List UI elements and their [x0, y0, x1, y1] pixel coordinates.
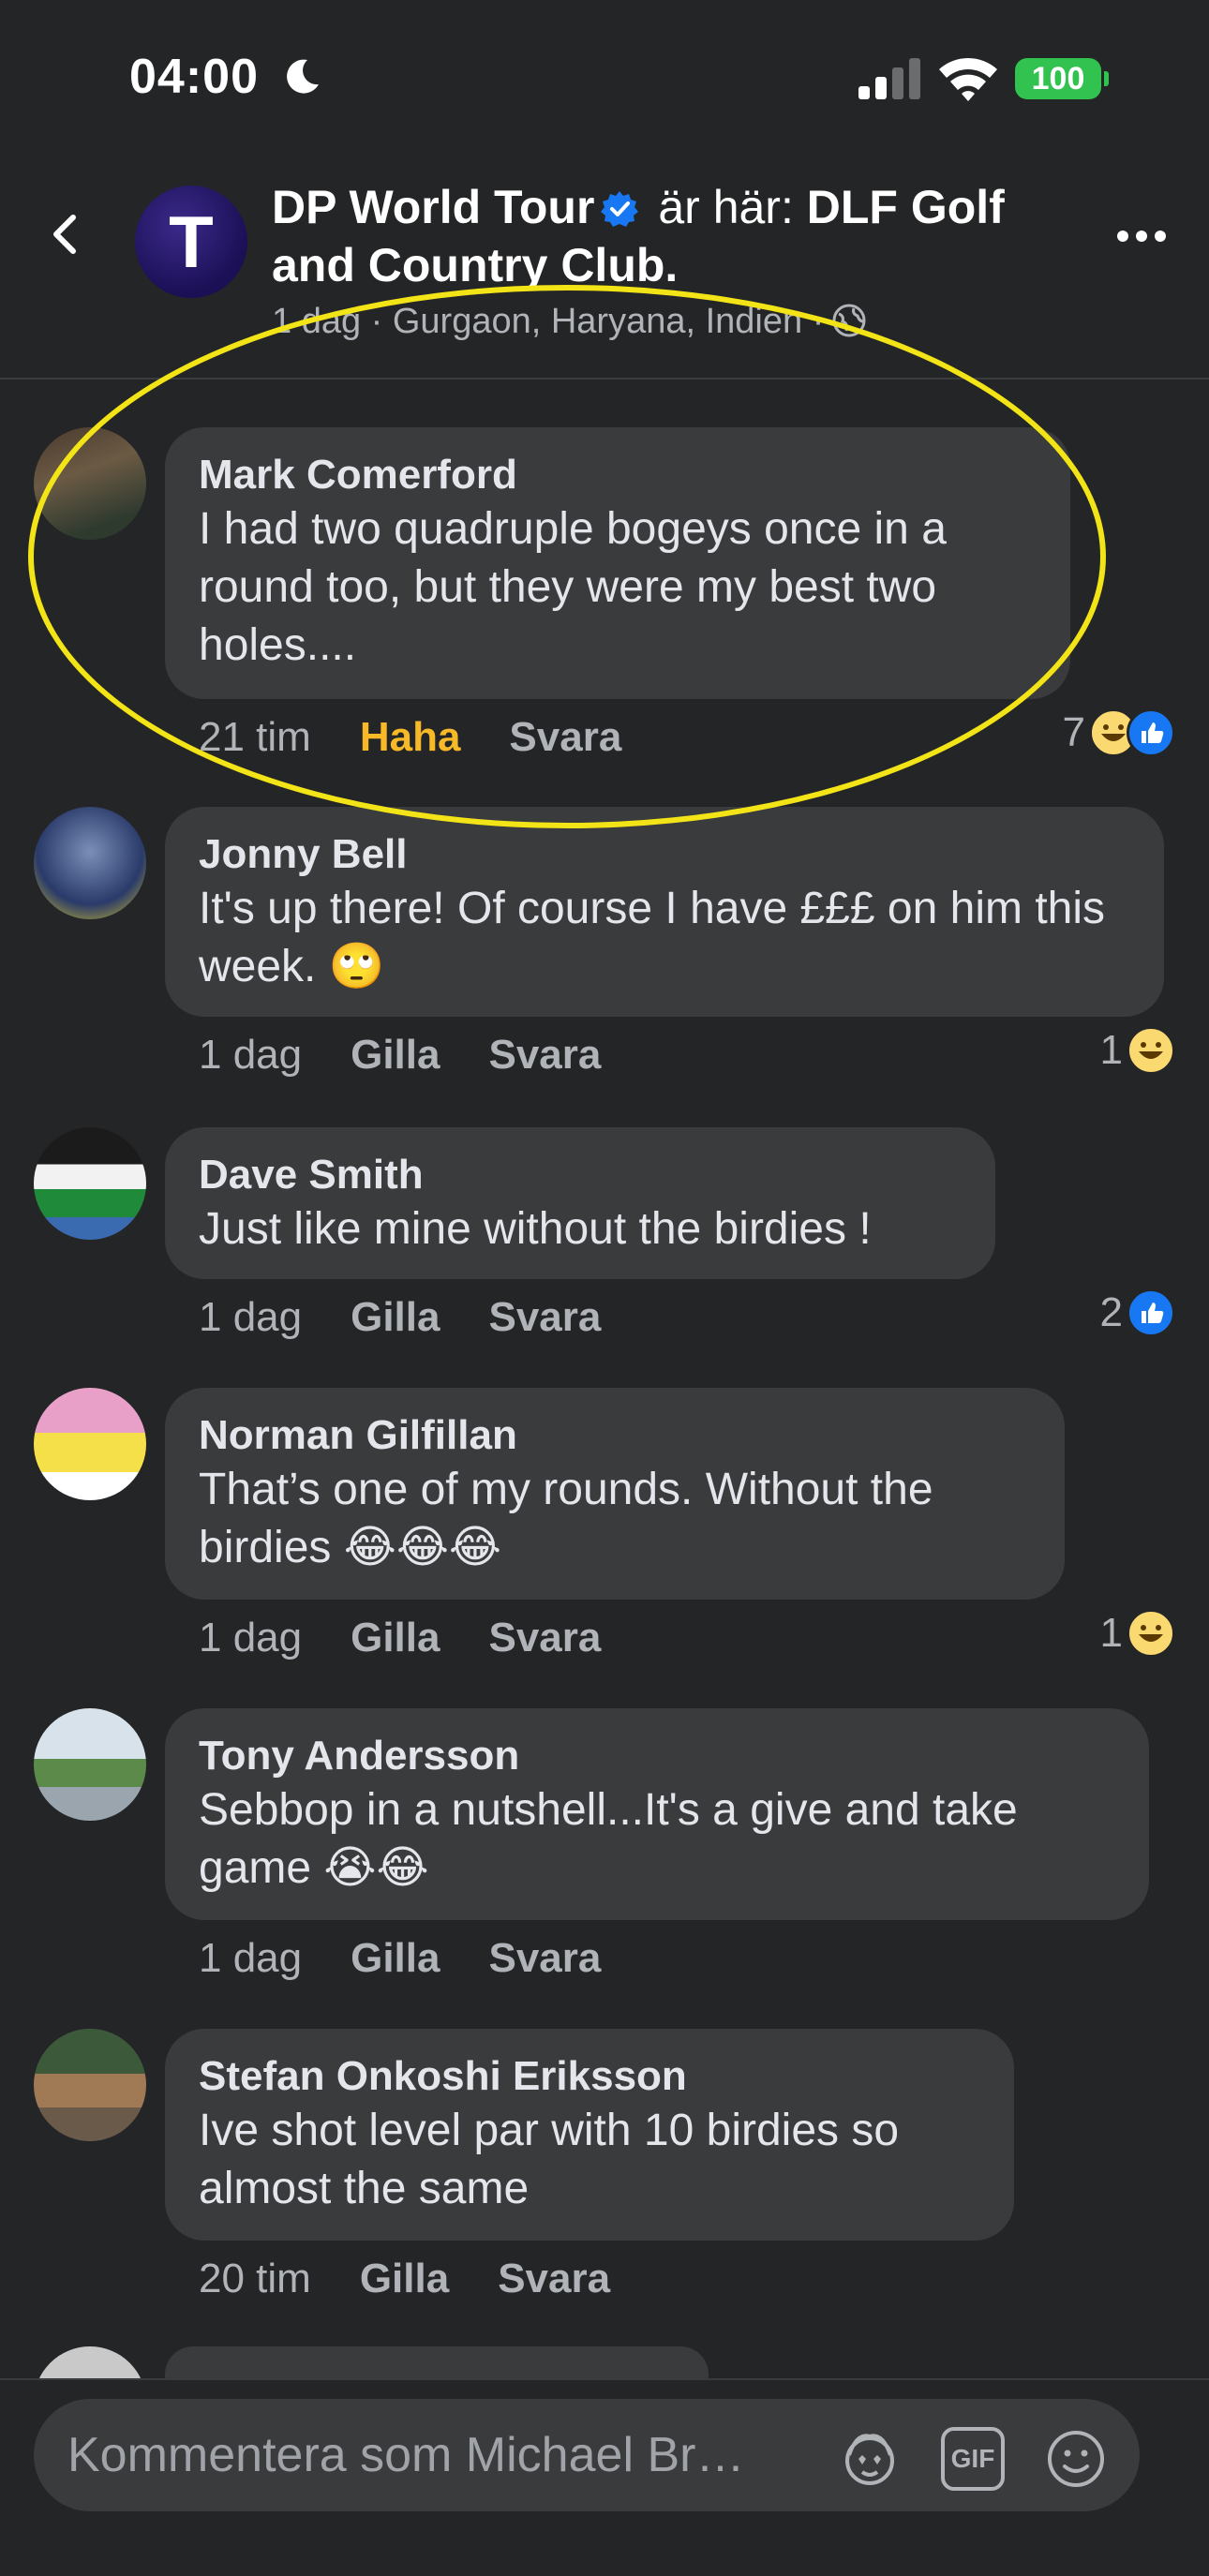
page-name[interactable]: DP World Tour [272, 181, 594, 233]
comment-time: 1 dag [199, 1032, 303, 1078]
verified-badge-icon [601, 191, 639, 227]
reaction-summary[interactable]: 1 [1100, 1609, 1175, 1658]
gif-label: GIF [950, 2444, 995, 2473]
reply-button[interactable]: Svara [488, 1615, 601, 1661]
comment-actions: 21 tim Haha Svara [199, 714, 621, 761]
comment-time: 1 dag [199, 1935, 303, 1981]
post-header: T DP World Tour är här: DLF Golf and Cou… [0, 159, 1209, 380]
comment-time: 21 tim [199, 714, 311, 760]
like-button[interactable]: Gilla [351, 1032, 440, 1079]
connector-text: är här: [658, 181, 794, 233]
reaction-count: 2 [1099, 1289, 1123, 1335]
like-button[interactable]: Gilla [360, 2256, 449, 2302]
comment-text: It's up there! Of course I have £££ on h… [199, 884, 1106, 991]
wifi-icon [939, 57, 997, 101]
back-arrow-icon[interactable] [43, 212, 88, 257]
avatar[interactable] [34, 1127, 146, 1240]
comment-composer: GIF [0, 2378, 1209, 2576]
post-meta: 1 dag · Gurgaon, Haryana, Indien · [272, 302, 867, 342]
comment-bubble[interactable]: Tony Andersson Sebbop in a nutshell...It… [165, 1708, 1149, 1920]
comment-time: 20 tim [199, 2256, 311, 2301]
status-time: 04:00 [129, 50, 259, 104]
reaction-count: 7 [1062, 709, 1085, 755]
comment-text: That’s one of my rounds. Without the bir… [199, 1465, 933, 1572]
reaction-summary[interactable]: 1 [1100, 1026, 1175, 1075]
comment-author[interactable]: Tony Andersson [199, 1731, 1115, 1781]
reply-button[interactable]: Svara [509, 714, 621, 761]
comment-bubble[interactable]: Jonny Bell It's up there! Of course I ha… [165, 807, 1164, 1017]
comment-bubble[interactable]: Norman Gilfillan That’s one of my rounds… [165, 1388, 1065, 1600]
comment-time: 1 dag [199, 1615, 303, 1660]
gif-button[interactable]: GIF [941, 2427, 1005, 2491]
post-meta-text: 1 dag · Gurgaon, Haryana, Indien · [272, 302, 825, 341]
like-icon [1127, 1288, 1175, 1337]
comment-bubble[interactable]: Dave Smith Just like mine without the bi… [165, 1127, 995, 1279]
comment-author[interactable]: Norman Gilfillan [199, 1410, 1031, 1461]
haha-button[interactable]: Haha [360, 714, 461, 761]
comment-bubble[interactable]: Stefan Onkoshi Eriksson Ive shot level p… [165, 2029, 1014, 2241]
like-icon [1127, 708, 1175, 757]
comment-text: Sebbop in a nutshell...It's a give and t… [199, 1785, 1018, 1893]
post-title: DP World Tour är här: DLF Golf and Count… [272, 178, 1078, 294]
battery-level: 100 [1031, 60, 1085, 97]
signal-icon [858, 58, 920, 99]
comment-text: Just like mine without the birdies ! [199, 1204, 872, 1254]
comment-input[interactable] [67, 2399, 836, 2511]
avatar[interactable] [34, 2029, 146, 2141]
haha-icon [1127, 1609, 1175, 1658]
avatar[interactable] [34, 1388, 146, 1500]
status-bar: 04:00 100 [0, 0, 1209, 159]
globe-icon [832, 304, 866, 337]
reply-button[interactable]: Svara [488, 1935, 601, 1982]
comment-author[interactable]: Dave Smith [199, 1150, 962, 1200]
comment-input-container[interactable]: GIF [34, 2399, 1140, 2511]
reply-button[interactable]: Svara [488, 1294, 601, 1341]
reaction-count: 1 [1099, 1610, 1123, 1656]
avatar[interactable] [34, 807, 146, 919]
battery-tip [1104, 71, 1109, 86]
comment-time: 1 dag [199, 1294, 303, 1340]
comment-actions: 1 dag Gilla Svara [199, 1294, 601, 1341]
avatar[interactable] [34, 1708, 146, 1821]
like-button[interactable]: Gilla [351, 1935, 440, 1982]
comment-bubble[interactable]: Mark Comerford I had two quadruple bogey… [165, 427, 1070, 699]
haha-icon [1127, 1026, 1175, 1075]
reaction-count: 1 [1099, 1027, 1123, 1073]
comment-author[interactable]: Mark Comerford [199, 450, 1037, 500]
comment-actions: 1 dag Gilla Svara [199, 1032, 601, 1079]
comment-text: Ive shot level par with 10 birdies so al… [199, 2106, 900, 2213]
avatar[interactable] [34, 427, 146, 540]
reaction-summary[interactable]: 2 [1100, 1288, 1175, 1337]
comment-author[interactable]: Jonny Bell [199, 829, 1130, 880]
moon-icon [287, 59, 319, 94]
emoji-icon[interactable] [1044, 2427, 1108, 2491]
comment-actions: 1 dag Gilla Svara [199, 1935, 601, 1982]
page-avatar[interactable]: T [135, 186, 247, 298]
reply-button[interactable]: Svara [488, 1032, 601, 1079]
comment-author[interactable]: Stefan Onkoshi Eriksson [199, 2051, 980, 2102]
like-button[interactable]: Gilla [351, 1294, 440, 1341]
reaction-summary[interactable]: 7 [1063, 708, 1175, 757]
reply-button[interactable]: Svara [498, 2256, 610, 2302]
avatar-sticker-icon[interactable] [838, 2427, 902, 2491]
like-button[interactable]: Gilla [351, 1615, 440, 1661]
more-options-icon[interactable] [1115, 229, 1168, 244]
battery-indicator: 100 [1015, 58, 1101, 99]
comment-actions: 1 dag Gilla Svara [199, 1615, 601, 1661]
comment-actions: 20 tim Gilla Svara [199, 2256, 610, 2302]
comment-text: I had two quadruple bogeys once in a rou… [199, 504, 947, 670]
